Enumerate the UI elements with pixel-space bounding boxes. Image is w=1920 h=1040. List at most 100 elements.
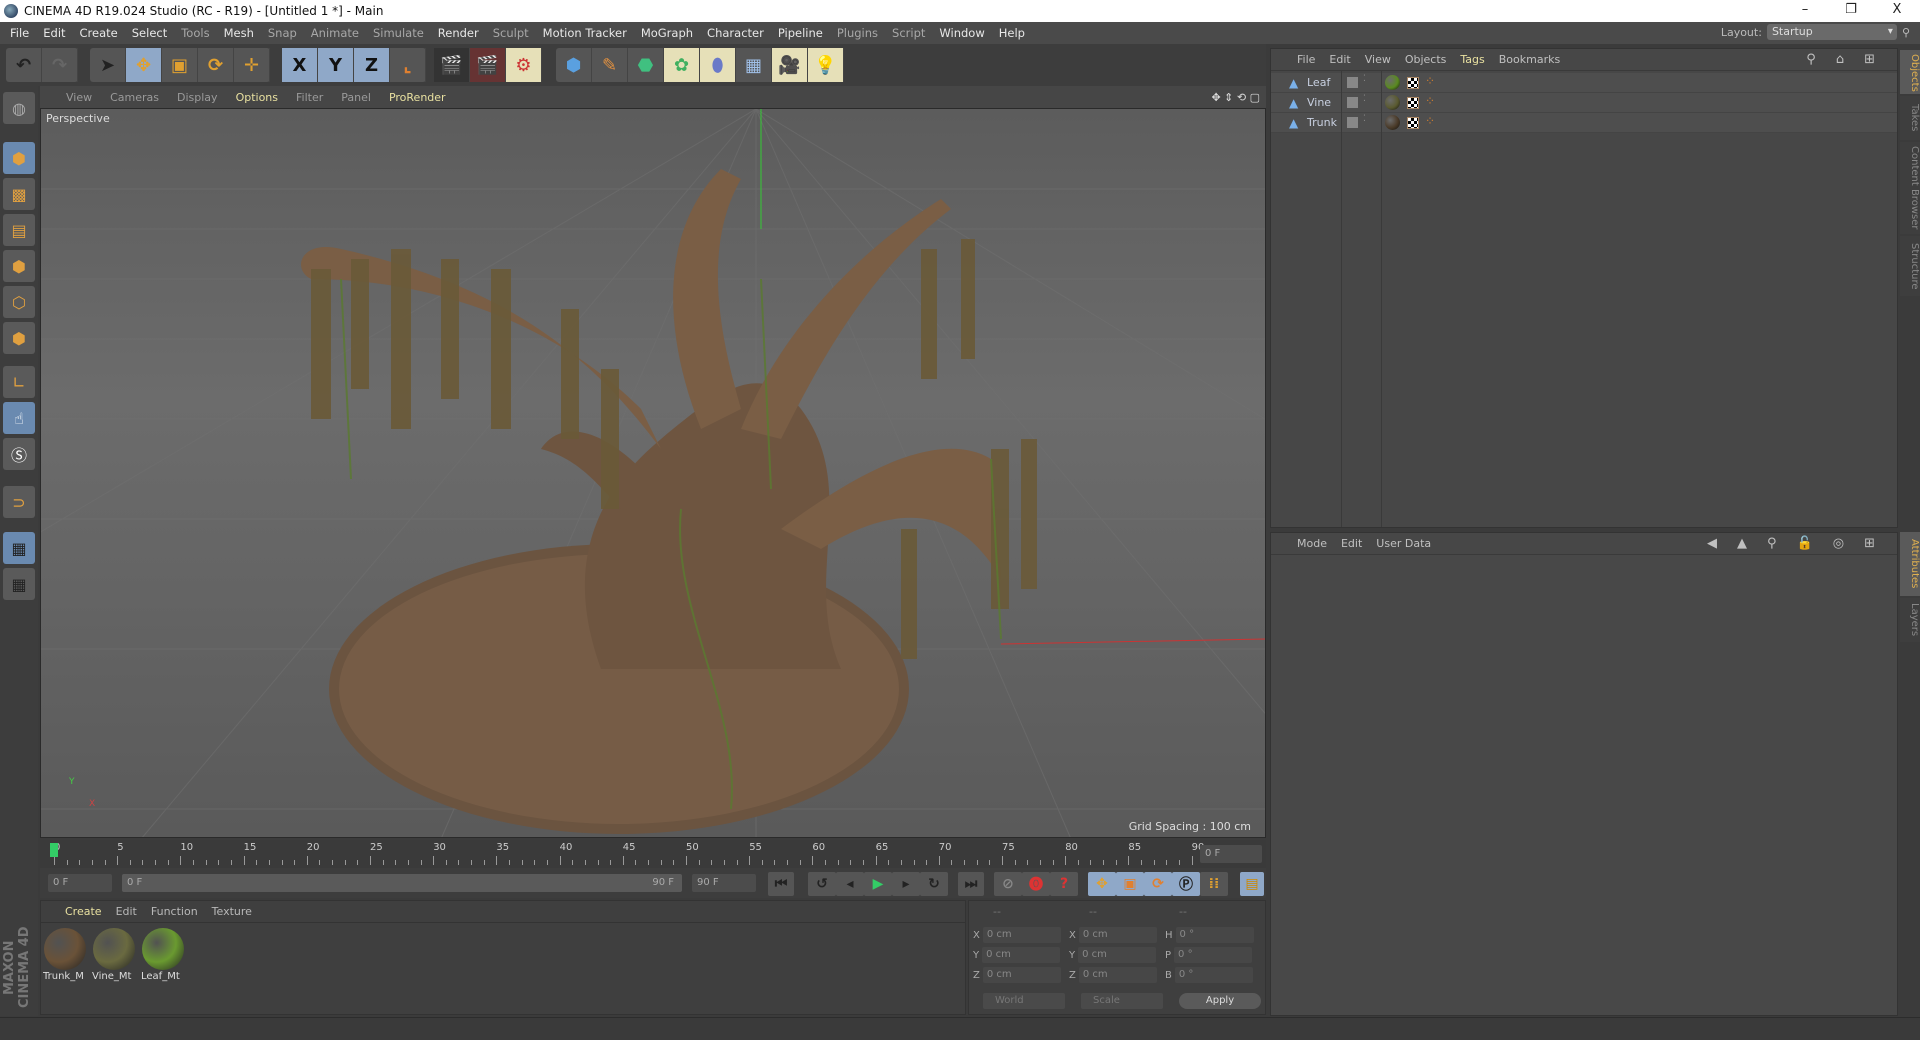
axis-mode-icon[interactable]: ∟ — [3, 366, 35, 398]
material-tag-icon[interactable] — [1385, 115, 1400, 130]
coordinate-value-field[interactable]: 0 cm — [1078, 927, 1157, 943]
coordinate-value-field[interactable]: 0 cm — [1078, 947, 1157, 963]
timeline-ruler[interactable]: 051015202530354045505560657075808590 0 F — [40, 840, 1266, 868]
menu-mesh[interactable]: Mesh — [224, 26, 254, 40]
tab-attributes[interactable]: Attributes — [1900, 532, 1920, 596]
array-generator-icon[interactable]: ✿ — [664, 48, 700, 82]
visibility-dots-icon[interactable]: ⁚ — [1363, 94, 1366, 104]
go-to-end-icon[interactable]: ⏭ — [958, 872, 984, 896]
material-menu-function[interactable]: Function — [151, 905, 198, 918]
tab-objects[interactable]: Objects — [1900, 50, 1920, 94]
coordinate-mode-dropdown[interactable]: World — [983, 993, 1065, 1009]
target-icon[interactable]: ◎ — [1833, 536, 1844, 551]
material-swatch[interactable]: Trunk_M — [43, 927, 87, 983]
viewport-menu-filter[interactable]: Filter — [296, 91, 323, 104]
objects-menu-objects[interactable]: Objects — [1405, 53, 1447, 66]
rotate-tool-icon[interactable]: ⟳ — [198, 48, 234, 82]
camera-icon[interactable]: 🎥 — [772, 48, 808, 82]
attributes-menu-edit[interactable]: Edit — [1341, 537, 1362, 550]
keyframe-selection-icon[interactable]: ? — [1050, 872, 1078, 896]
coordinate-value-field[interactable]: 0 ° — [1175, 927, 1254, 943]
current-frame-field[interactable]: 0 F — [1200, 845, 1262, 863]
menu-sculpt[interactable]: Sculpt — [493, 26, 529, 40]
menu-animate[interactable]: Animate — [311, 26, 359, 40]
menu-motion-tracker[interactable]: Motion Tracker — [543, 26, 627, 40]
material-menu-create[interactable]: Create — [65, 905, 102, 918]
layer-toggle-icon[interactable] — [1347, 97, 1358, 108]
tab-layers[interactable]: Layers — [1900, 598, 1920, 642]
menu-pipeline[interactable]: Pipeline — [778, 26, 823, 40]
search-icon[interactable]: ⚲ — [1806, 52, 1816, 67]
layer-toggle-icon[interactable] — [1347, 77, 1358, 88]
end-frame-field[interactable]: 90 F — [692, 874, 756, 892]
viewport-menu-options[interactable]: Options — [236, 91, 278, 104]
coordinate-system-icon[interactable]: ⌞ — [390, 48, 426, 82]
menu-render[interactable]: Render — [438, 26, 479, 40]
coordinate-value-field[interactable]: 0 ° — [1174, 967, 1253, 983]
object-name[interactable]: Trunk — [1307, 116, 1337, 129]
menu-window[interactable]: Window — [939, 26, 984, 40]
next-key-icon[interactable]: ↻ — [920, 872, 948, 896]
material-menu-texture[interactable]: Texture — [212, 905, 252, 918]
menu-mograph[interactable]: MoGraph — [641, 26, 693, 40]
3d-viewport[interactable]: Perspective Y X Grid Spacing : 100 cm — [40, 108, 1266, 838]
workplane-lock-icon[interactable]: ▦ — [3, 532, 35, 564]
uvw-tag-icon[interactable] — [1407, 117, 1419, 129]
home-icon[interactable]: ⌂ — [1836, 52, 1844, 67]
key-rotation-icon[interactable]: ⟳ — [1144, 872, 1172, 896]
objects-menu-file[interactable]: File — [1297, 53, 1315, 66]
make-editable-icon[interactable]: ◍ — [3, 92, 35, 124]
scale-mode-dropdown[interactable]: Scale — [1081, 993, 1163, 1009]
y-axis-lock-button[interactable]: Y — [318, 48, 354, 82]
material-swatch[interactable]: Leaf_Mt — [141, 927, 185, 983]
spline-pen-icon[interactable]: ✎ — [592, 48, 628, 82]
snap-icon[interactable]: Ⓢ — [3, 438, 35, 470]
menu-help[interactable]: Help — [999, 26, 1025, 40]
previous-key-icon[interactable]: ↺ — [808, 872, 836, 896]
object-row[interactable]: ▲ Trunk ⁚ ⁘ — [1271, 113, 1897, 133]
subdivision-surface-icon[interactable]: ⬣ — [628, 48, 664, 82]
menu-tools[interactable]: Tools — [181, 26, 209, 40]
viewport-menu-view[interactable]: View — [66, 91, 92, 104]
menu-plugins[interactable]: Plugins — [837, 26, 878, 40]
render-picture-viewer-icon[interactable]: 🎬 — [470, 48, 506, 82]
render-settings-icon[interactable]: ⚙ — [506, 48, 542, 82]
cube-object-icon[interactable]: ⬢ — [556, 48, 592, 82]
render-view-icon[interactable]: 🎬 — [434, 48, 470, 82]
coordinate-value-field[interactable]: 0 cm — [1078, 967, 1157, 983]
key-position-icon[interactable]: ✥ — [1088, 872, 1116, 896]
coordinate-value-field[interactable]: 0 cm — [982, 927, 1061, 943]
object-name[interactable]: Leaf — [1307, 76, 1330, 89]
timeline-window-icon[interactable]: ▤ — [1240, 872, 1264, 896]
phong-tag-icon[interactable]: ⁘ — [1425, 94, 1435, 108]
scale-tool-icon[interactable]: ▣ — [162, 48, 198, 82]
search-icon[interactable]: ⚲ — [1902, 26, 1910, 39]
go-to-start-icon[interactable]: ⏮ — [768, 872, 794, 896]
uvw-tag-icon[interactable] — [1407, 97, 1419, 109]
phong-tag-icon[interactable]: ⁘ — [1425, 74, 1435, 88]
polygons-mode-icon[interactable]: ⬢ — [3, 322, 35, 354]
attributes-menu-user-data[interactable]: User Data — [1376, 537, 1431, 550]
object-row[interactable]: ▲ Vine ⁚ ⁘ — [1271, 93, 1897, 113]
viewport-menu-prorender[interactable]: ProRender — [389, 91, 446, 104]
key-parameter-icon[interactable]: Ⓟ — [1172, 872, 1200, 896]
menu-create[interactable]: Create — [80, 26, 118, 40]
next-frame-icon[interactable]: ▸ — [892, 872, 920, 896]
menu-edit[interactable]: Edit — [43, 26, 65, 40]
record-keys-icon[interactable]: ⊘ — [994, 872, 1022, 896]
material-tag-icon[interactable] — [1385, 75, 1400, 90]
tab-content-browser[interactable]: Content Browser — [1900, 142, 1920, 234]
floor-icon[interactable]: ▦ — [736, 48, 772, 82]
texture-mode-icon[interactable]: ▩ — [3, 178, 35, 210]
z-axis-lock-button[interactable]: Z — [354, 48, 390, 82]
tab-structure[interactable]: Structure — [1900, 236, 1920, 296]
menu-simulate[interactable]: Simulate — [373, 26, 424, 40]
material-tag-icon[interactable] — [1385, 95, 1400, 110]
light-icon[interactable]: 💡 — [808, 48, 844, 82]
viewport-navigation-icons[interactable]: ✥ ⇕ ⟲ ▢ — [1211, 91, 1260, 104]
x-axis-lock-button[interactable]: X — [282, 48, 318, 82]
viewport-menu-cameras[interactable]: Cameras — [110, 91, 159, 104]
new-window-icon[interactable]: ⊞ — [1864, 52, 1875, 67]
select-tool-icon[interactable]: ➤ — [90, 48, 126, 82]
visibility-dots-icon[interactable]: ⁚ — [1363, 74, 1366, 84]
